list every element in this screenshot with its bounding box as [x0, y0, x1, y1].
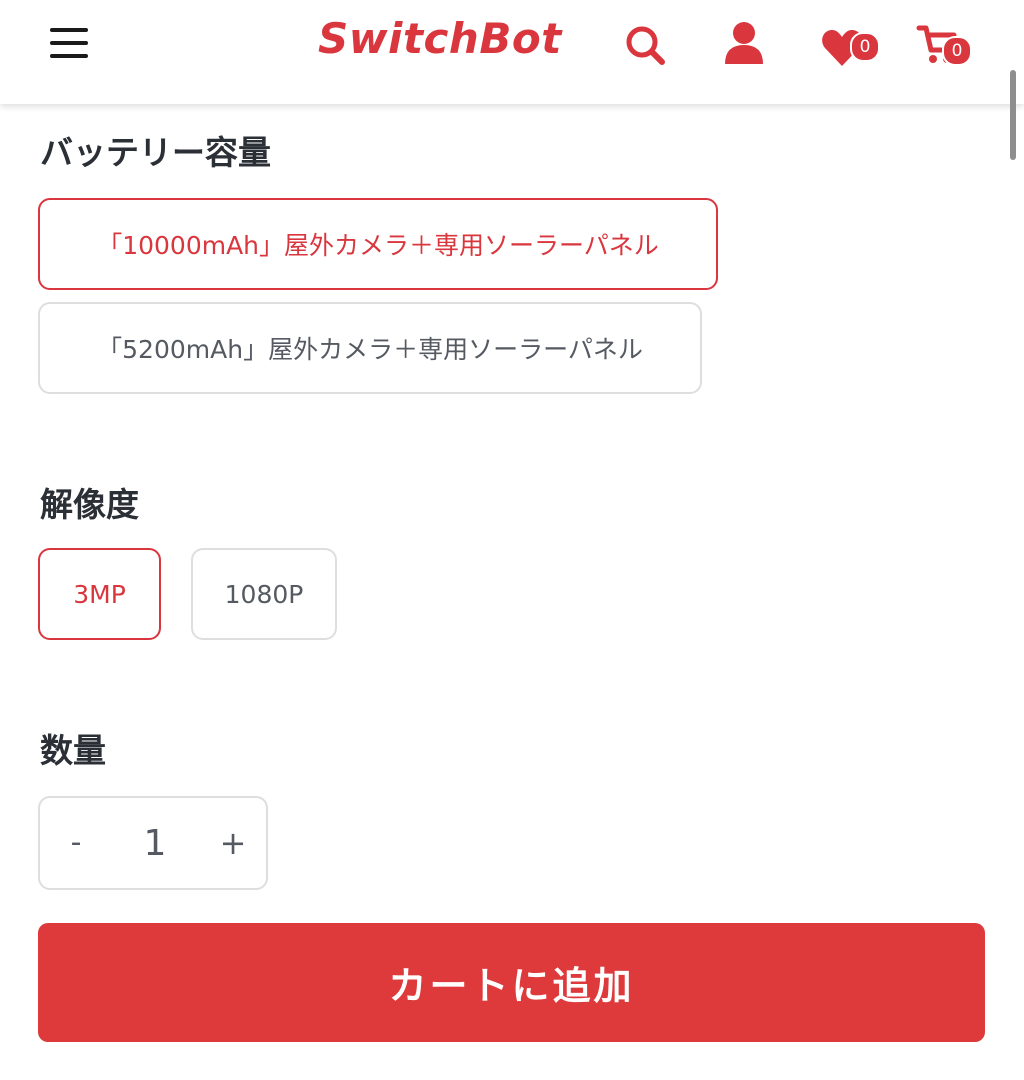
cart-count-badge: 0	[942, 36, 972, 66]
search-icon	[626, 26, 665, 65]
page-scrollbar[interactable]	[1010, 70, 1016, 160]
cart-button[interactable]: 0	[916, 20, 976, 72]
menu-icon[interactable]	[50, 26, 90, 60]
quantity-increase-button[interactable]: +	[216, 826, 250, 860]
resolution-option-3mp[interactable]: 3MP	[38, 548, 161, 640]
quantity-title: 数量	[40, 731, 106, 770]
quantity-stepper: - 1 +	[38, 796, 268, 890]
battery-capacity-title: バッテリー容量	[40, 133, 271, 172]
switchbot-logo[interactable]: SwitchBot	[318, 14, 562, 63]
quantity-decrease-button[interactable]: -	[62, 826, 90, 860]
search-button[interactable]	[622, 20, 670, 72]
wishlist-button[interactable]: 0	[820, 20, 884, 72]
wishlist-count-badge: 0	[850, 32, 880, 62]
quantity-value[interactable]: 1	[130, 822, 180, 866]
resolution-option-1080p[interactable]: 1080P	[191, 548, 337, 640]
battery-option-5200mah[interactable]: 「5200mAh」屋外カメラ＋専用ソーラーパネル	[38, 302, 702, 394]
add-to-cart-button[interactable]: カートに追加	[38, 923, 985, 1042]
account-icon	[725, 22, 763, 64]
resolution-title: 解像度	[40, 485, 139, 524]
account-button[interactable]	[720, 20, 768, 72]
site-header: SwitchBot 0 0	[0, 0, 1024, 104]
battery-option-10000mah[interactable]: 「10000mAh」屋外カメラ＋専用ソーラーパネル	[38, 198, 718, 290]
